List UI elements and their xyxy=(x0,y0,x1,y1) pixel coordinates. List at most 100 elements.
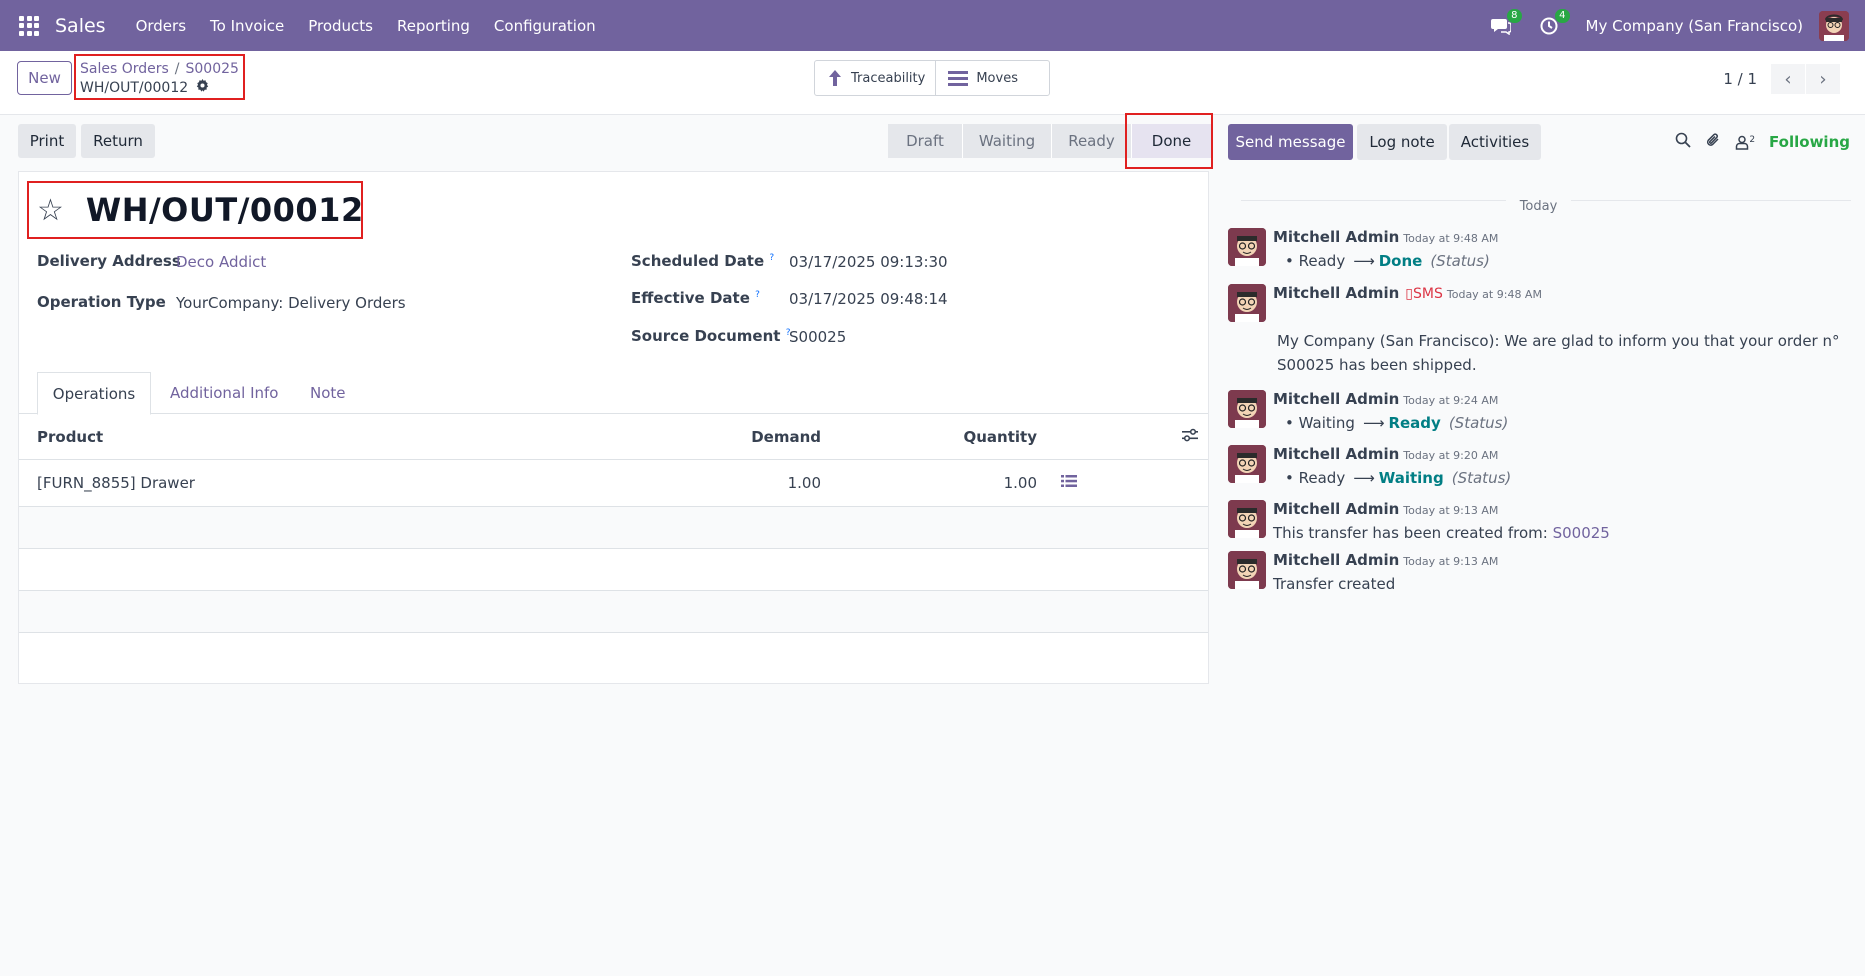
message-time: Today at 9:20 AM xyxy=(1403,449,1499,462)
return-button[interactable]: Return xyxy=(81,124,155,158)
breadcrumb: Sales Orders / S00025 WH/OUT/00012 xyxy=(74,54,245,100)
source-order-link[interactable]: S00025 xyxy=(1553,524,1610,542)
print-button[interactable]: Print xyxy=(18,124,76,158)
effective-date-value: 03/17/2025 09:48:14 xyxy=(789,290,948,308)
message-time: Today at 9:48 AM xyxy=(1403,232,1499,245)
stage-ready[interactable]: Ready xyxy=(1052,124,1132,158)
message-author[interactable]: Mitchell Admin xyxy=(1273,551,1399,569)
message-text-line: S00025 has been shipped. xyxy=(1277,356,1477,374)
operation-type-value[interactable]: YourCompany: Delivery Orders xyxy=(176,294,406,312)
chatter-tools: 2 Following xyxy=(1675,132,1850,152)
source-document-label: Source Document ? xyxy=(631,327,791,345)
column-product[interactable]: Product xyxy=(37,428,103,446)
tab-operations[interactable]: Operations xyxy=(37,372,151,415)
author-avatar[interactable] xyxy=(1228,390,1266,428)
stage-draft[interactable]: Draft xyxy=(888,124,963,158)
tracked-field: (Status) xyxy=(1430,252,1490,270)
apps-menu-icon[interactable] xyxy=(19,15,39,36)
author-avatar[interactable] xyxy=(1228,284,1266,322)
old-value: Ready xyxy=(1298,252,1346,270)
author-avatar[interactable] xyxy=(1228,551,1266,589)
pager-previous-button[interactable]: ‹ xyxy=(1771,64,1805,94)
stage-waiting[interactable]: Waiting xyxy=(963,124,1052,158)
scheduled-date-value[interactable]: 03/17/2025 09:13:30 xyxy=(789,253,948,271)
tab-additional-info[interactable]: Additional Info xyxy=(170,372,278,414)
search-icon[interactable] xyxy=(1675,132,1691,152)
breadcrumb-sales-orders[interactable]: Sales Orders xyxy=(80,61,169,77)
smart-buttons: Traceability Moves xyxy=(814,60,1051,96)
optional-columns-icon[interactable] xyxy=(1182,428,1198,446)
chevron-right-icon: › xyxy=(1819,68,1827,90)
arrow-up-icon xyxy=(829,70,841,86)
list-bars-icon xyxy=(948,71,969,86)
breadcrumb-order[interactable]: S00025 xyxy=(186,61,239,77)
menu-configuration[interactable]: Configuration xyxy=(494,17,596,35)
table-header: Product Demand Quantity xyxy=(19,415,1208,460)
message-author[interactable]: Mitchell Admin xyxy=(1273,390,1399,408)
arrow-right-icon: ⟶ xyxy=(1362,414,1385,432)
message-text-line: My Company (San Francisco): We are glad … xyxy=(1277,332,1840,350)
author-avatar[interactable] xyxy=(1228,445,1266,483)
menu-to-invoice[interactable]: To Invoice xyxy=(210,17,284,35)
message-author[interactable]: Mitchell Admin xyxy=(1273,228,1399,246)
help-tooltip-icon[interactable]: ? xyxy=(769,253,774,263)
source-document-value[interactable]: S00025 xyxy=(789,328,846,346)
moves-button[interactable]: Moves xyxy=(935,61,1049,95)
pager-value[interactable]: 1 / 1 xyxy=(1723,70,1757,88)
column-quantity[interactable]: Quantity xyxy=(964,428,1038,446)
message-text: This transfer has been created from: xyxy=(1273,524,1548,542)
tab-note[interactable]: Note xyxy=(310,372,346,414)
followers-icon[interactable]: 2 xyxy=(1735,135,1755,150)
pager-next-button[interactable]: › xyxy=(1806,64,1840,94)
user-avatar[interactable] xyxy=(1819,10,1849,41)
activities-clock-icon[interactable]: 4 xyxy=(1538,8,1570,37)
author-avatar[interactable] xyxy=(1228,500,1266,538)
effective-date-label: Effective Date ? xyxy=(631,289,760,307)
top-navbar: Sales Orders To Invoice Products Reporti… xyxy=(0,0,1865,51)
activities-count-badge: 4 xyxy=(1555,8,1570,23)
breadcrumb-current: WH/OUT/00012 xyxy=(80,79,189,96)
activities-button[interactable]: Activities xyxy=(1449,124,1541,160)
table-row[interactable]: [FURN_8855] Drawer 1.00 1.00 xyxy=(19,460,1208,507)
help-tooltip-icon[interactable]: ? xyxy=(755,290,760,300)
column-demand[interactable]: Demand xyxy=(751,428,821,446)
menu-reporting[interactable]: Reporting xyxy=(397,17,470,35)
author-avatar[interactable] xyxy=(1228,228,1266,266)
following-button[interactable]: Following xyxy=(1769,133,1850,151)
new-value: Ready xyxy=(1388,414,1441,432)
message-author[interactable]: Mitchell Admin xyxy=(1273,500,1399,518)
message-author[interactable]: Mitchell Admin xyxy=(1273,284,1399,302)
delivery-address-label: Delivery Address xyxy=(37,252,181,270)
message-time: Today at 9:13 AM xyxy=(1403,504,1499,517)
company-switcher[interactable]: My Company (San Francisco) xyxy=(1586,17,1803,35)
delivery-address-value[interactable]: Deco Addict xyxy=(176,253,266,271)
scheduled-date-label: Scheduled Date ? xyxy=(631,252,775,270)
record-title: ☆ WH/OUT/00012 xyxy=(27,181,363,239)
send-message-button[interactable]: Send message xyxy=(1228,124,1353,160)
log-note-button[interactable]: Log note xyxy=(1357,124,1447,160)
arrow-right-icon: ⟶ xyxy=(1353,469,1375,487)
new-button[interactable]: New xyxy=(17,61,72,95)
traceability-button[interactable]: Traceability xyxy=(815,61,935,95)
paperclip-icon[interactable] xyxy=(1705,132,1721,152)
gear-icon[interactable] xyxy=(196,79,209,96)
title-text: WH/OUT/00012 xyxy=(85,191,364,229)
form-statusbar: Print Return Draft Waiting Ready Done xyxy=(0,116,1212,170)
menu-orders[interactable]: Orders xyxy=(136,17,186,35)
message-text: Transfer created xyxy=(1273,575,1396,593)
message-author[interactable]: Mitchell Admin xyxy=(1273,445,1399,463)
star-icon[interactable]: ☆ xyxy=(37,193,64,228)
menu-products[interactable]: Products xyxy=(308,17,373,35)
row-quantity[interactable]: 1.00 xyxy=(1004,474,1037,492)
tracked-field: (Status) xyxy=(1448,414,1509,432)
row-product[interactable]: [FURN_8855] Drawer xyxy=(37,474,195,492)
message-time: Today at 9:13 AM xyxy=(1403,555,1499,568)
tracked-field: (Status) xyxy=(1451,469,1512,487)
detailed-operations-icon[interactable] xyxy=(1061,474,1077,492)
app-name[interactable]: Sales xyxy=(55,15,106,37)
old-value: Ready xyxy=(1298,469,1346,487)
empty-row xyxy=(19,507,1208,549)
messages-icon[interactable]: 8 xyxy=(1490,8,1522,37)
sms-badge: ▯SMS xyxy=(1405,286,1443,302)
date-separator: Today xyxy=(1226,199,1851,214)
